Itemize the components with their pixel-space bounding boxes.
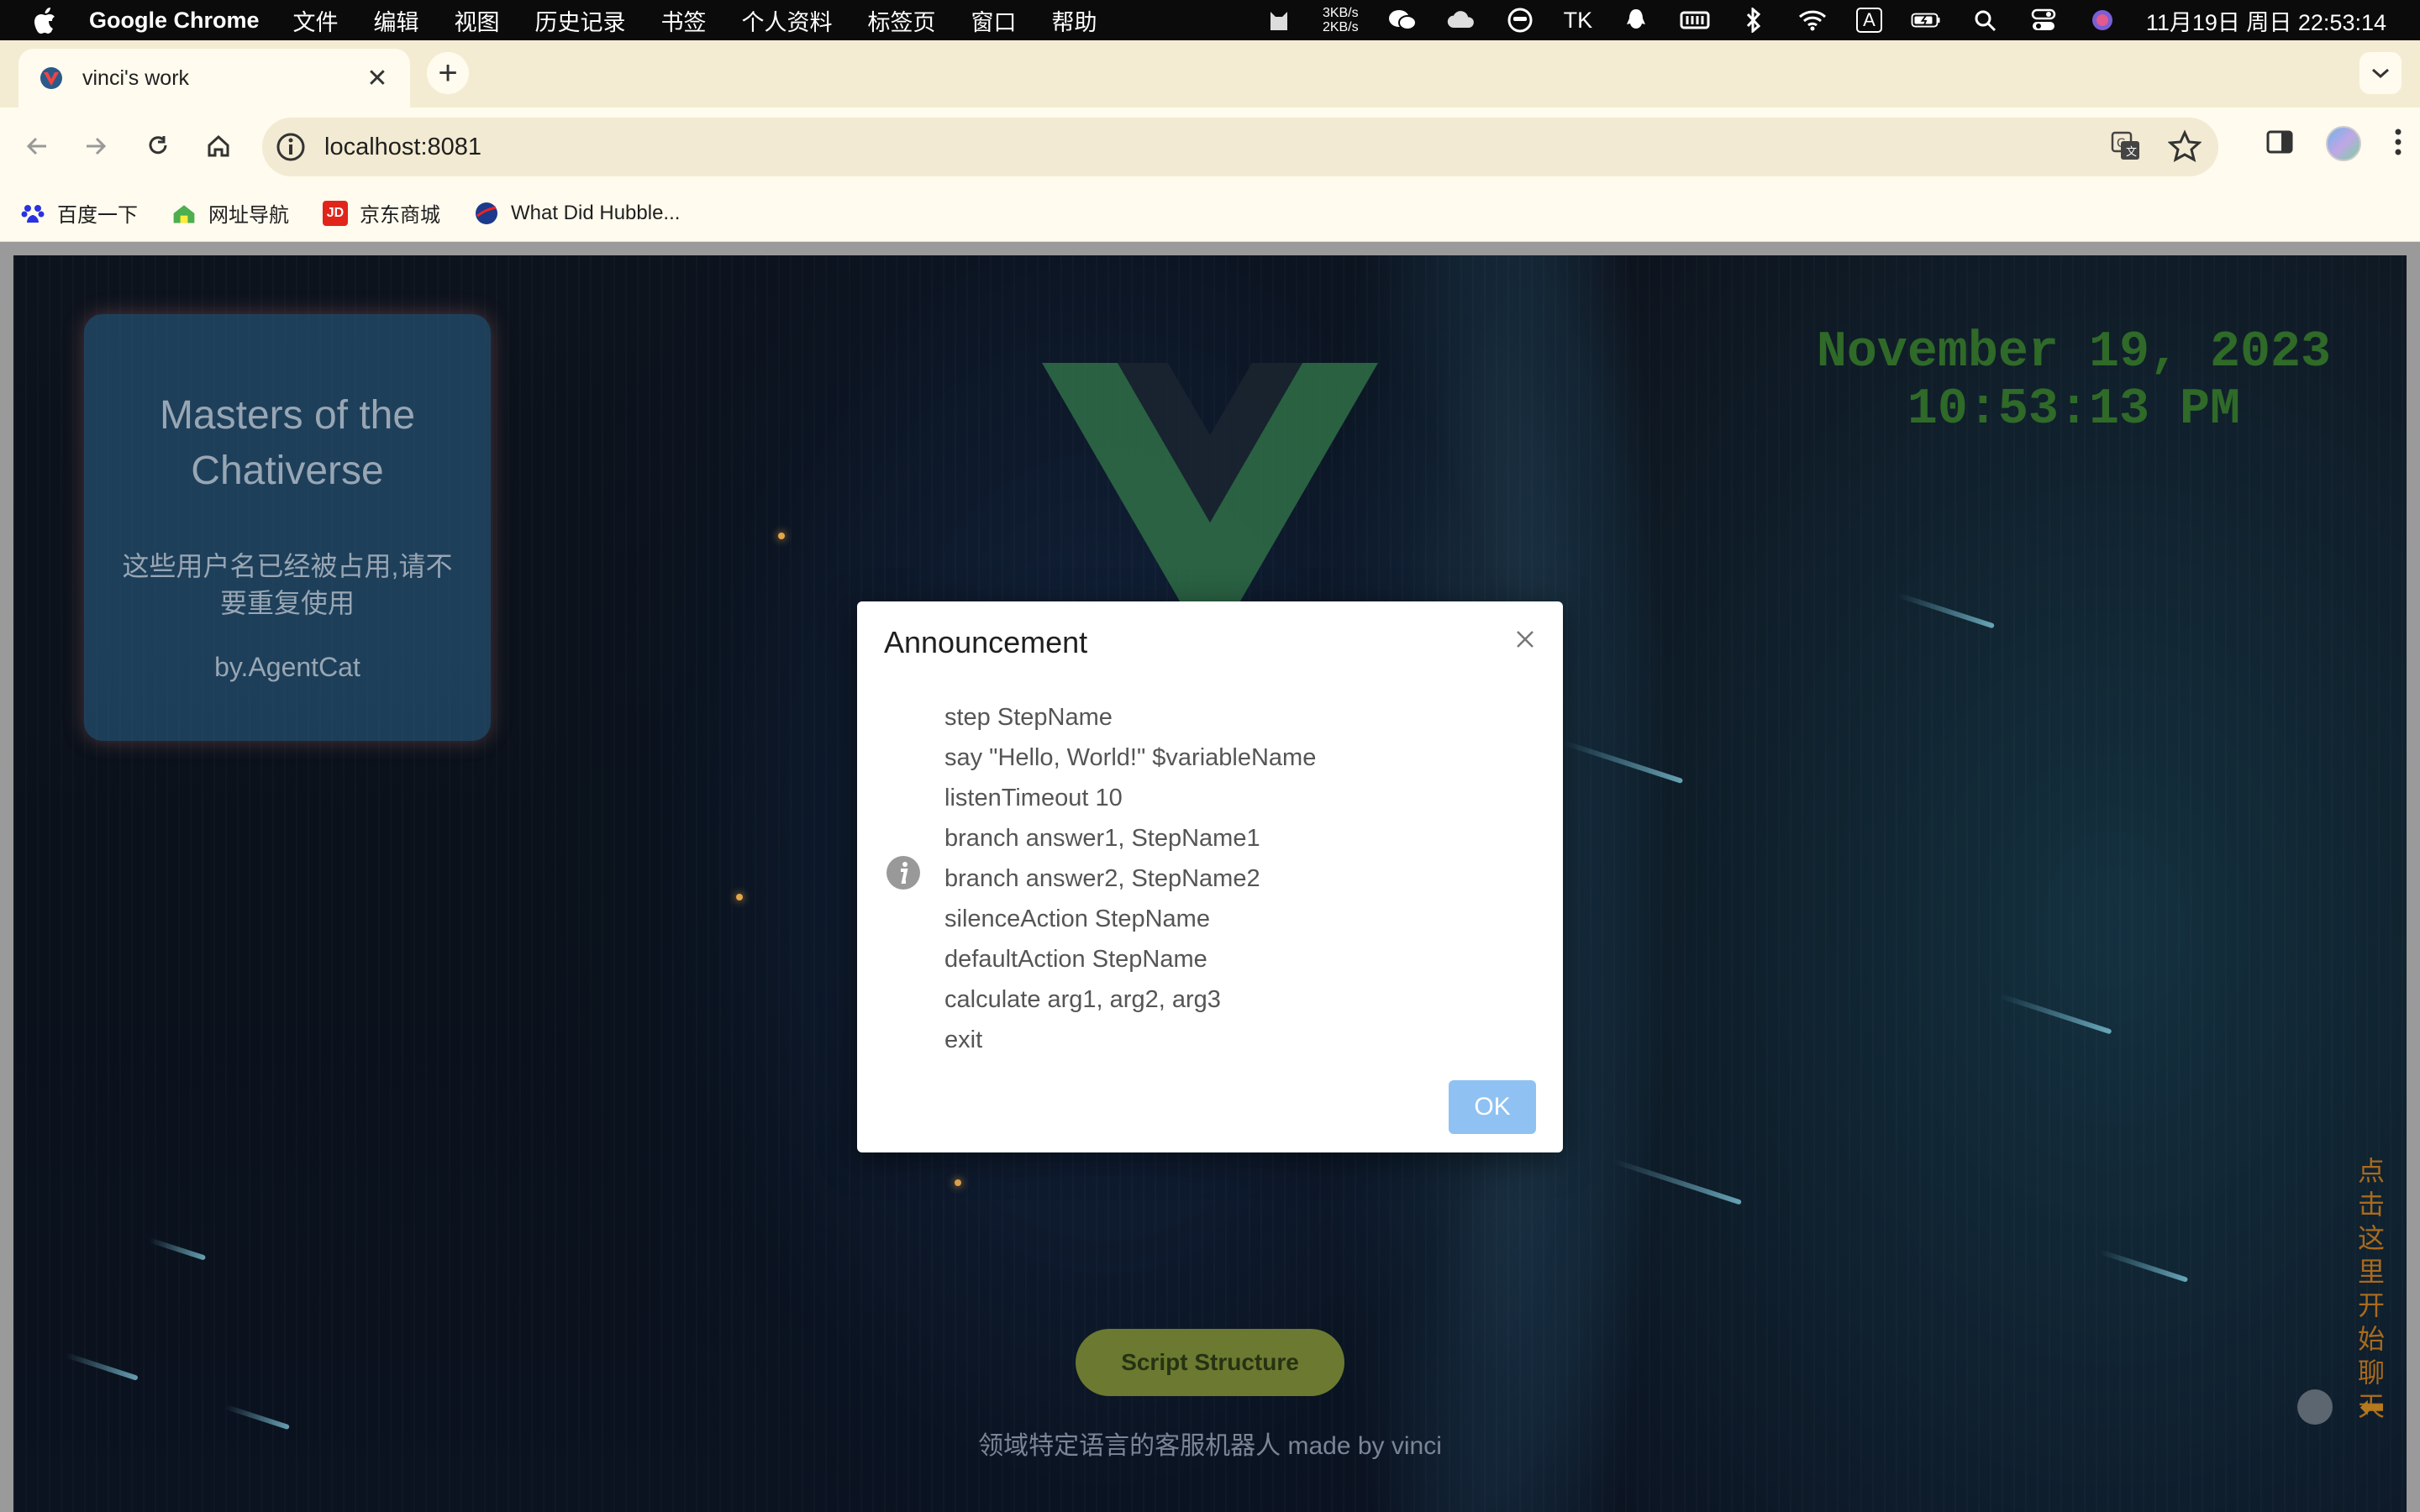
announcement-modal: Announcement step StepName say "Hello, W… [857,601,1563,1152]
city-light [778,533,785,539]
script-line: branch answer2, StepName2 [944,865,1260,892]
menu-tabs[interactable]: 标签页 [868,4,936,37]
siri-icon[interactable] [2087,8,2118,32]
bookmark-label: 京东商城 [360,204,440,227]
bookmark-star-icon[interactable] [2167,129,2202,167]
tab-search-chevron-icon[interactable] [2360,52,2402,94]
script-line: exit [944,1026,983,1053]
arrow-left-icon[interactable]: ⬅ [2360,1389,2385,1425]
memory-icon[interactable] [1680,8,1710,32]
jd-icon: JD [323,200,348,226]
qq-icon[interactable] [1621,8,1651,32]
info-circle-icon [886,855,921,890]
script-line: listenTimeout 10 [944,785,1123,811]
modal-close-icon[interactable] [1512,627,1538,652]
card-subtitle: 这些用户名已经被占用,请不要重复使用 [122,551,453,618]
svg-text:文: 文 [2126,146,2137,159]
input-method-indicator[interactable]: A [1856,8,1882,33]
house-icon [171,201,197,226]
wechat-icon[interactable] [1387,8,1418,32]
menu-bookmarks[interactable]: 书签 [661,4,707,37]
script-line: say "Hello, World!" $variableName [944,744,1317,771]
bookmark-hubble[interactable]: What Did Hubble... [474,201,680,226]
more-menu-icon[interactable] [2393,127,2403,161]
script-line: step StepName [944,704,1113,731]
date-display: November 19, 2023 [1816,324,2331,381]
net-down: 2KB/s [1322,20,1359,34]
side-panel-icon[interactable] [2265,128,2294,160]
city-light [736,894,743,900]
vue-favicon-icon [39,66,64,91]
start-chat-link[interactable]: 点击这里开始聊天 [2356,1154,2386,1423]
ok-button[interactable]: OK [1449,1080,1536,1134]
tab-strip: vinci's work ✕ + [0,40,2420,108]
net-up: 3KB/s [1322,6,1359,20]
new-tab-button[interactable]: + [427,52,469,94]
script-line: branch answer1, StepName1 [944,825,1260,852]
script-line: defaultAction StepName [944,946,1207,973]
menubar-clock[interactable]: 11月19日 周日 22:53:14 [2146,4,2386,37]
menu-profiles[interactable]: 个人资料 [742,4,833,37]
back-arrow-icon[interactable] [17,126,57,166]
vue-logo [1042,363,1378,615]
app-name[interactable]: Google Chrome [89,8,260,34]
digital-clock: November 19, 2023 10:53:13 PM [1817,324,2331,438]
menu-help[interactable]: 帮助 [1052,4,1097,37]
home-icon[interactable] [198,126,239,166]
info-card: Masters of the Chativerse 这些用户名已经被占用,请不要… [84,314,491,741]
tk-label[interactable]: TK [1564,8,1593,34]
bookmark-label: 网址导航 [208,204,289,227]
bluetooth-icon[interactable] [1739,8,1769,33]
url-text[interactable]: localhost:8081 [324,134,481,161]
site-info-icon[interactable] [276,132,306,162]
menu-history[interactable]: 历史记录 [535,4,626,37]
menu-view[interactable]: 视图 [455,4,500,37]
tab-close-icon[interactable]: ✕ [363,64,392,92]
bookmark-nav[interactable]: 网址导航 [171,198,289,228]
browser-toolbar: localhost:8081 G文 [0,108,2420,185]
battery-icon[interactable] [1911,8,1941,32]
script-line: calculate arg1, arg2, arg3 [944,986,1221,1013]
script-structure-button[interactable]: Script Structure [1076,1329,1344,1396]
apple-icon[interactable] [34,7,67,34]
cloud-icon[interactable] [1446,8,1476,32]
baidu-icon [20,201,45,226]
card-author: by.AgentCat [214,652,360,682]
cat-app-icon[interactable] [1264,8,1294,32]
nasa-icon [474,201,499,226]
modal-body: step StepName say "Hello, World!" $varia… [944,697,1316,1060]
macos-menubar: Google Chrome 文件 编辑 视图 历史记录 书签 个人资料 标签页 … [0,0,2420,40]
bookmark-label: 百度一下 [57,204,138,227]
card-title: Masters of the Chativerse [159,393,416,493]
face-app-icon[interactable] [1505,8,1535,33]
spotlight-search-icon[interactable] [1970,8,2000,32]
script-line: silenceAction StepName [944,906,1210,932]
tab-active[interactable]: vinci's work ✕ [18,49,410,108]
bookmarks-bar: 百度一下 网址导航 JD 京东商城 What Did Hubble... [0,185,2420,242]
wifi-icon[interactable] [1797,8,1828,32]
city-light [955,1179,961,1186]
forward-arrow-icon[interactable] [76,126,116,166]
svg-text:G: G [2117,137,2126,150]
bookmark-label: What Did Hubble... [511,201,681,224]
reload-icon[interactable] [138,126,178,166]
chat-bubble-icon[interactable] [2297,1389,2333,1425]
bookmark-baidu[interactable]: 百度一下 [20,198,138,228]
menu-window[interactable]: 窗口 [971,4,1017,37]
profile-avatar[interactable] [2326,126,2361,161]
tab-title: vinci's work [82,66,190,90]
bookmark-jd[interactable]: JD 京东商城 [323,198,440,228]
menu-edit[interactable]: 编辑 [374,4,419,37]
time-display: 10:53:13 PM [1907,381,2240,438]
modal-title: Announcement [884,625,1088,659]
footer-credit: 领域特定语言的客服机器人 made by vinci [978,1432,1442,1460]
translate-icon[interactable]: G文 [2109,129,2143,167]
menu-file[interactable]: 文件 [293,4,339,37]
address-bar[interactable]: localhost:8081 G文 [262,118,2218,176]
network-speed: 3KB/s 2KB/s [1323,6,1359,34]
control-center-icon[interactable] [2028,8,2059,32]
